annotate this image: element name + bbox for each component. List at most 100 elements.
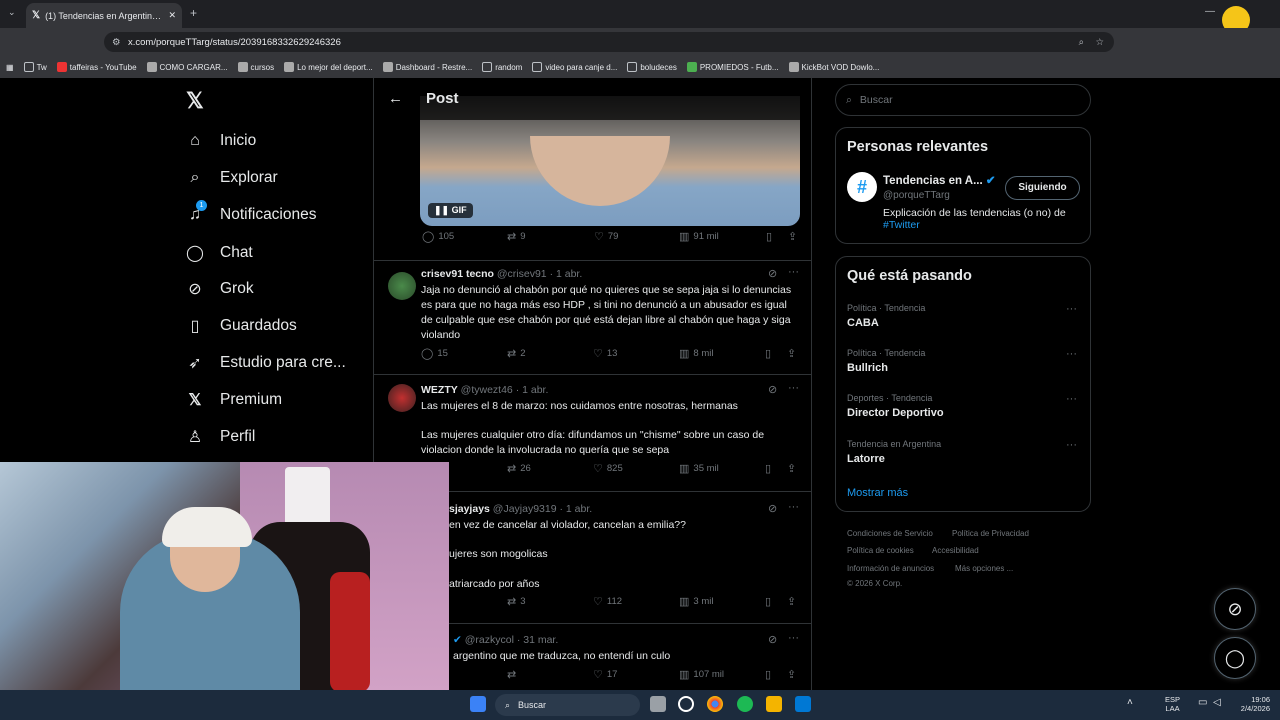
- reply-tweet[interactable]: crisev91 tecno @crisev91 · 1 abr. ⊘ ··· …: [374, 260, 811, 374]
- repost-button[interactable]: ⇄: [507, 668, 516, 681]
- like-button[interactable]: ♡ 17: [593, 668, 617, 681]
- bookmark-item[interactable]: taffeiras - YouTube: [56, 62, 137, 72]
- bookmark-item[interactable]: boludeces: [627, 62, 677, 72]
- share-button[interactable]: ⇪: [787, 347, 796, 360]
- repost-button[interactable]: ⇄ 2: [507, 347, 526, 360]
- more-options-icon[interactable]: ···: [788, 382, 799, 394]
- language-indicator[interactable]: ESP LAA: [1165, 695, 1180, 713]
- nav-item-premium[interactable]: 𝕏 Premium: [186, 390, 282, 410]
- relevant-account-name[interactable]: Tendencias en A... ✔: [883, 173, 996, 187]
- nav-item-notificaciones[interactable]: ♫ 1 Notificaciones: [186, 200, 317, 224]
- footer-link[interactable]: Accesibilidad: [932, 546, 979, 555]
- repost-button[interactable]: ⇄ 9: [507, 230, 526, 243]
- bookmark-item[interactable]: Lo mejor del deport...: [284, 62, 373, 72]
- clock[interactable]: 19:06 2/4/2026: [1230, 695, 1270, 713]
- volume-icon[interactable]: ◁: [1213, 697, 1221, 708]
- hashtag-avatar-icon[interactable]: #: [847, 172, 877, 202]
- minimize-icon[interactable]: —: [1205, 6, 1215, 17]
- bookmark-item[interactable]: Dashboard - Restre...: [382, 62, 472, 72]
- bookmark-item[interactable]: cursos: [237, 62, 274, 72]
- store-icon[interactable]: [795, 696, 811, 712]
- back-arrow-icon[interactable]: ←: [388, 90, 403, 107]
- views-button[interactable]: ▥ 8 mil: [679, 347, 713, 360]
- bookmark-item[interactable]: random: [482, 62, 522, 72]
- views-button[interactable]: ▥ 35 mil: [679, 462, 719, 475]
- bookmark-button[interactable]: ▯: [765, 462, 771, 475]
- file-explorer-icon[interactable]: [766, 696, 782, 712]
- tray-chevron-icon[interactable]: ˄: [1127, 697, 1133, 708]
- hashtag-link[interactable]: #Twitter: [883, 219, 920, 231]
- share-button[interactable]: ⇪: [788, 230, 797, 243]
- more-options-icon[interactable]: ···: [788, 501, 799, 513]
- task-view-icon[interactable]: [650, 696, 666, 712]
- bookmark-item[interactable]: KickBot VOD Dowlo...: [788, 62, 879, 72]
- like-button[interactable]: ♡ 79: [594, 230, 618, 243]
- share-button[interactable]: ⇪: [787, 668, 796, 681]
- like-button[interactable]: ♡ 112: [593, 595, 622, 608]
- search-input[interactable]: ⌕ Buscar: [835, 84, 1091, 116]
- footer-link[interactable]: Condiciones de Servicio: [847, 529, 933, 538]
- footer-link[interactable]: Más opciones ...: [955, 564, 1013, 573]
- nav-item-grok[interactable]: ⊘ Grok: [186, 279, 253, 299]
- gif-badge[interactable]: ❚❚ GIF: [428, 203, 473, 218]
- more-options-icon[interactable]: ···: [788, 632, 799, 644]
- x-logo-icon[interactable]: 𝕏: [186, 88, 204, 114]
- nav-item-perfil[interactable]: ♙ Perfil: [186, 427, 256, 447]
- share-button[interactable]: ⇪: [787, 595, 796, 608]
- like-button[interactable]: ♡ 13: [593, 347, 617, 360]
- bookmark-item[interactable]: video para canje d...: [532, 62, 617, 72]
- bookmark-button[interactable]: ▯: [765, 595, 771, 608]
- close-tab-icon[interactable]: ✕: [168, 10, 176, 21]
- footer-link[interactable]: Política de Privacidad: [952, 529, 1029, 538]
- nav-item-explorar[interactable]: ⌕ Explorar: [186, 169, 278, 187]
- show-more-link[interactable]: Mostrar más: [847, 487, 908, 499]
- address-bar[interactable]: ⚙ x.com/porqueTTarg/status/2039168332629…: [104, 32, 1114, 52]
- bookmark-item[interactable]: PROMIEDOS - Futb...: [686, 62, 779, 72]
- grok-icon[interactable]: ⊘: [768, 502, 777, 515]
- apps-icon[interactable]: ▦: [6, 63, 14, 72]
- footer-link[interactable]: Política de cookies: [847, 546, 914, 555]
- nav-item-guardados[interactable]: ▯ Guardados: [186, 316, 297, 336]
- github-icon[interactable]: [678, 696, 694, 712]
- reply-button[interactable]: ◯ 105: [422, 230, 454, 243]
- spotify-icon[interactable]: [737, 696, 753, 712]
- grok-icon[interactable]: ⊘: [768, 383, 777, 396]
- bookmark-button[interactable]: ▯: [765, 668, 771, 681]
- new-tab-icon[interactable]: +: [190, 6, 197, 20]
- nav-item-estudio[interactable]: ➶ Estudio para cre...: [186, 353, 346, 373]
- chat-fab-button[interactable]: ◯: [1214, 637, 1256, 679]
- grok-icon[interactable]: ⊘: [768, 267, 777, 280]
- views-button[interactable]: ▥ 91 mil: [679, 230, 719, 243]
- windows-start-icon[interactable]: [470, 696, 486, 712]
- bookmark-item[interactable]: Tw: [23, 62, 47, 72]
- avatar[interactable]: [388, 384, 416, 412]
- more-options-icon[interactable]: ···: [1066, 439, 1077, 451]
- tab-search-icon[interactable]: ⌄: [8, 7, 16, 18]
- more-options-icon[interactable]: ···: [1066, 303, 1077, 315]
- site-info-icon[interactable]: ⚙: [112, 37, 121, 48]
- bookmark-button[interactable]: ▯: [766, 230, 772, 243]
- like-button[interactable]: ♡ 825: [593, 462, 623, 475]
- more-options-icon[interactable]: ···: [1066, 393, 1077, 405]
- following-button[interactable]: Siguiendo: [1005, 176, 1080, 200]
- bookmark-button[interactable]: ▯: [765, 347, 771, 360]
- repost-button[interactable]: ⇄ 26: [507, 462, 531, 475]
- nav-item-chat[interactable]: ◯ Chat: [186, 243, 253, 263]
- reply-button[interactable]: ◯ 15: [421, 347, 448, 360]
- network-icon[interactable]: ▭: [1198, 697, 1207, 708]
- taskbar-search[interactable]: ⌕ Buscar: [495, 694, 640, 716]
- nav-item-inicio[interactable]: ⌂ Inicio: [186, 132, 256, 150]
- grok-icon[interactable]: ⊘: [768, 633, 777, 646]
- views-button[interactable]: ▥ 107 mil: [679, 668, 724, 681]
- footer-link[interactable]: Información de anuncios: [847, 564, 934, 573]
- browser-tab[interactable]: 𝕏 (1) Tendencias en Argentina en ✕: [26, 3, 182, 28]
- repost-button[interactable]: ⇄ 3: [507, 595, 526, 608]
- bookmark-star-icon[interactable]: ☆: [1095, 37, 1104, 48]
- share-button[interactable]: ⇪: [787, 462, 796, 475]
- grok-fab-button[interactable]: ⊘: [1214, 588, 1256, 630]
- zoom-icon[interactable]: ⌕: [1079, 37, 1084, 48]
- chrome-icon[interactable]: [707, 696, 723, 712]
- more-options-icon[interactable]: ···: [788, 266, 799, 278]
- avatar[interactable]: [388, 272, 416, 300]
- more-options-icon[interactable]: ···: [1066, 348, 1077, 360]
